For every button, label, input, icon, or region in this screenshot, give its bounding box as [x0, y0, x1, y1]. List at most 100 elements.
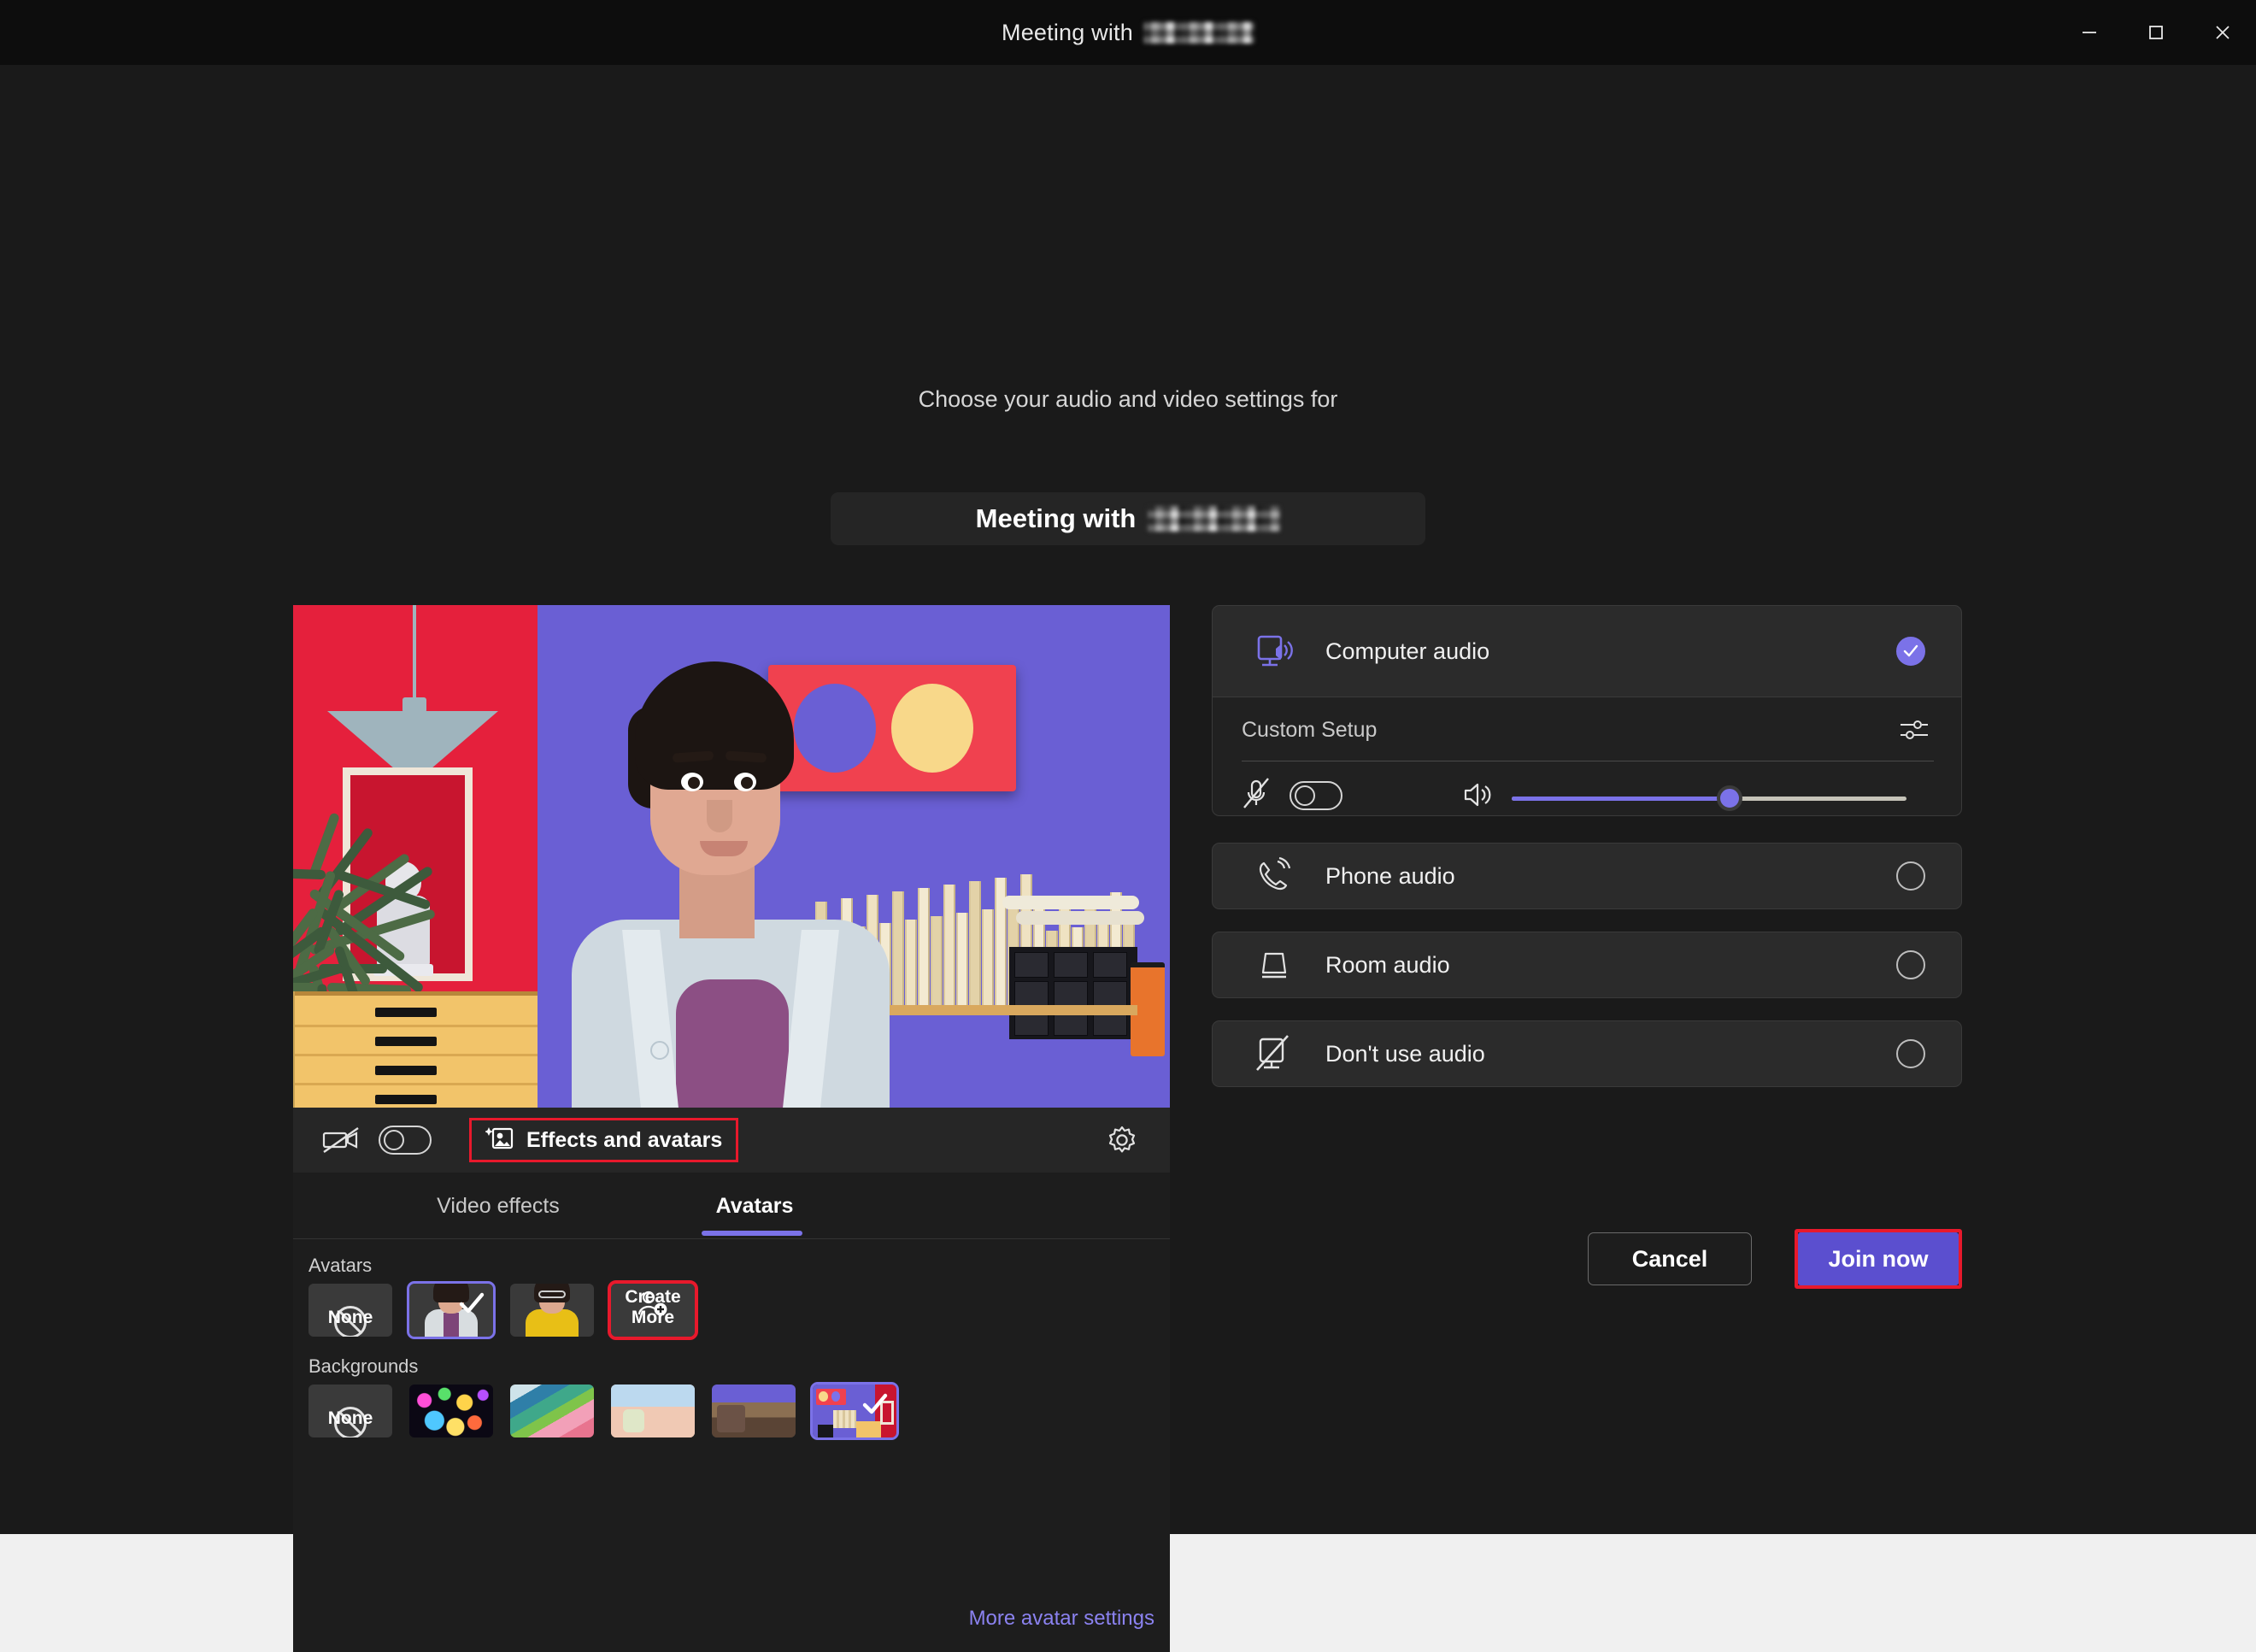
- camera-toggle-knob: [384, 1130, 404, 1150]
- background-tile-candy-land[interactable]: [611, 1385, 695, 1437]
- microphone-toggle[interactable]: [1290, 780, 1342, 810]
- effects-sparkle-icon: [485, 1124, 514, 1157]
- scene-dresser-divider: [293, 1054, 538, 1056]
- selected-check-icon: [861, 1390, 890, 1419]
- scene-cabinet: [1009, 947, 1137, 1039]
- audio-option-radio-selected[interactable]: [1896, 637, 1925, 666]
- camera-toggle[interactable]: [379, 1126, 432, 1155]
- minimize-button[interactable]: [2056, 0, 2123, 65]
- avatar-tile-create-more-label: Create More: [625, 1287, 681, 1327]
- scene-paper-roll-top: [1002, 896, 1139, 909]
- custom-setup-label: Custom Setup: [1242, 718, 1378, 742]
- audio-option-label: Phone audio: [1325, 862, 1455, 889]
- volume-slider[interactable]: [1512, 785, 1906, 811]
- backgrounds-section-label: Backgrounds: [308, 1355, 419, 1377]
- window-controls: [2056, 0, 2256, 65]
- microphone-toggle-knob: [1295, 785, 1315, 806]
- cancel-button[interactable]: Cancel: [1588, 1232, 1752, 1285]
- tab-avatars[interactable]: Avatars: [669, 1173, 840, 1239]
- tab-video-effects[interactable]: Video effects: [396, 1173, 601, 1239]
- no-audio-icon: [1252, 1034, 1296, 1073]
- maximize-button[interactable]: [2123, 0, 2189, 65]
- audio-option-radio[interactable]: [1896, 1039, 1925, 1068]
- audio-option-room-audio[interactable]: Room audio: [1212, 932, 1962, 998]
- audio-option-radio[interactable]: [1896, 861, 1925, 891]
- prejoin-actions: Cancel Join now: [1212, 1219, 1962, 1313]
- room-speaker-icon: [1252, 947, 1296, 983]
- background-tile-abstract-waves[interactable]: [510, 1385, 594, 1437]
- avatar-tile-1[interactable]: [407, 1281, 496, 1339]
- scene-cabinet-drawer: [1093, 952, 1127, 978]
- effects-and-avatars-button[interactable]: Effects and avatars: [469, 1118, 739, 1162]
- audio-option-label: Room audio: [1325, 951, 1450, 978]
- avatar-nose: [707, 800, 732, 832]
- meeting-title-pill: Meeting with: [831, 492, 1425, 545]
- audio-option-phone-audio[interactable]: Phone audio: [1212, 843, 1962, 909]
- meeting-title-redacted-name: [1148, 506, 1281, 532]
- avatar-video-preview: [293, 605, 1170, 1108]
- background-thumbnail: [611, 1385, 695, 1437]
- microphone-off-icon[interactable]: [1242, 776, 1271, 814]
- background-thumbnail: [510, 1385, 594, 1437]
- scene-plant-leaf: [293, 867, 326, 880]
- background-tile-none[interactable]: None: [308, 1385, 392, 1437]
- avatar-tile-none[interactable]: None: [308, 1284, 392, 1337]
- background-thumbnail: [712, 1385, 796, 1437]
- selected-check-icon: [457, 1289, 486, 1318]
- scene-dresser-handle: [375, 1095, 437, 1104]
- scene-lamp-cord: [413, 605, 416, 701]
- scene-dresser-divider: [293, 1083, 538, 1085]
- avatars-panel: Avatars None Create More Backgrounds Non…: [293, 1239, 1170, 1652]
- sliders-icon[interactable]: [1898, 716, 1930, 748]
- avatars-section-label: Avatars: [308, 1255, 373, 1276]
- avatar-tile-create-more[interactable]: Create More: [608, 1280, 698, 1340]
- scene-cabinet-drawer: [1093, 981, 1127, 1007]
- scene-cabinet-drawer: [1054, 981, 1088, 1007]
- custom-setup-block: Custom Setup: [1212, 697, 1962, 816]
- window-titlebar: Meeting with: [0, 0, 2256, 65]
- scene-wall-art-circle-purple: [794, 684, 876, 773]
- microphone-row: [1242, 776, 1342, 814]
- speaker-icon: [1460, 779, 1495, 814]
- avatar-tile-2[interactable]: [510, 1284, 594, 1337]
- scene-dresser-side: [293, 991, 295, 1108]
- background-tile-colorful-studio[interactable]: [810, 1382, 899, 1440]
- scene-dresser-handle: [375, 1008, 437, 1017]
- scene-paper-roll-bottom: [1016, 911, 1144, 925]
- scene-dresser-divider: [293, 1025, 538, 1027]
- meeting-title-prefix: Meeting with: [975, 503, 1137, 533]
- join-now-button[interactable]: Join now: [1798, 1232, 1959, 1285]
- audio-option-label: Computer audio: [1325, 638, 1490, 664]
- teams-prejoin-window: Meeting with Choose your audio and video…: [0, 0, 2256, 1652]
- close-button[interactable]: [2189, 0, 2256, 65]
- avatar-button: [650, 1041, 669, 1060]
- scene-dresser: [293, 991, 538, 1108]
- scene-wall-art-circle-yellow: [891, 684, 973, 773]
- audio-option-computer-audio[interactable]: Computer audio: [1212, 605, 1962, 697]
- effects-and-avatars-label: Effects and avatars: [526, 1127, 723, 1152]
- audio-option-dont-use-audio[interactable]: Don't use audio: [1212, 1020, 1962, 1087]
- audio-option-label: Don't use audio: [1325, 1040, 1485, 1067]
- computer-speaker-icon: [1252, 632, 1296, 671]
- camera-off-icon[interactable]: [322, 1126, 360, 1155]
- volume-slider-fill: [1512, 797, 1728, 801]
- more-avatar-settings-link[interactable]: More avatar settings: [969, 1607, 1154, 1631]
- prejoin-stage: Choose your audio and video settings for…: [0, 65, 2256, 1652]
- background-tile-bokeh-lights[interactable]: [409, 1385, 493, 1437]
- window-title-redacted-name: [1143, 21, 1254, 44]
- background-tile-modern-living-room[interactable]: [712, 1385, 796, 1437]
- video-toolbar: Effects and avatars: [293, 1108, 1170, 1173]
- avatar-pupil-right: [741, 777, 753, 789]
- volume-slider-thumb[interactable]: [1717, 785, 1742, 811]
- avatar-pupil-left: [688, 777, 700, 789]
- avatar-thumb-glasses: [538, 1290, 566, 1298]
- scene-cabinet-drawer: [1014, 952, 1049, 978]
- window-title: Meeting with: [1002, 20, 1254, 46]
- video-settings-gear-icon[interactable]: [1105, 1123, 1139, 1161]
- avatar-tile-none-label: None: [327, 1308, 373, 1327]
- background-tile-none-label: None: [327, 1408, 373, 1428]
- avatar-thumbnail-2: [526, 1284, 579, 1337]
- scene-dresser-handle: [375, 1037, 437, 1046]
- audio-option-radio[interactable]: [1896, 950, 1925, 979]
- active-tab-indicator: [702, 1231, 802, 1236]
